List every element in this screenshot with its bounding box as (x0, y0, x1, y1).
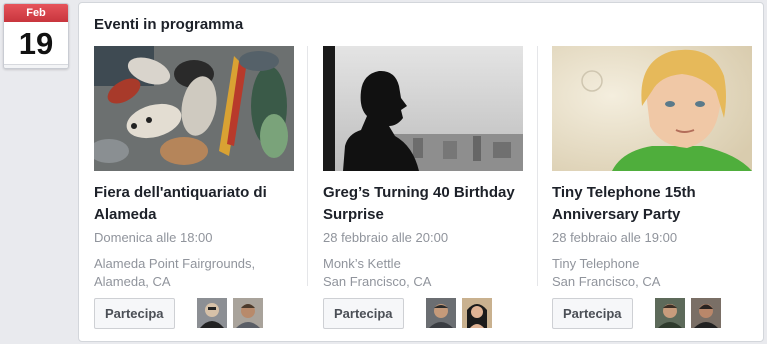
calendar-date-badge: Feb 19 (3, 3, 69, 69)
event-photo[interactable] (94, 46, 294, 171)
event-title[interactable]: Greg’s Turning 40 Birthday Surprise (323, 182, 523, 226)
attendee-avatars (655, 298, 723, 329)
events-list: Fiera dell'antiquariato di Alameda Domen… (79, 46, 763, 341)
avatar[interactable] (655, 298, 685, 328)
event-location-line2: San Francisco, CA (323, 274, 432, 289)
join-button[interactable]: Partecipa (323, 298, 404, 329)
event-title[interactable]: Fiera dell'antiquariato di Alameda (94, 182, 294, 226)
event-time: 28 febbraio alle 19:00 (552, 230, 678, 245)
event-time: 28 febbraio alle 20:00 (323, 230, 449, 245)
avatar[interactable] (233, 298, 264, 328)
event-card: Greg’s Turning 40 Birthday Surprise 28 f… (323, 46, 523, 336)
attendee-avatars (197, 298, 265, 329)
event-card: Fiera dell'antiquariato di Alameda Domen… (94, 46, 294, 336)
event-location-line1: Tiny Telephone (552, 256, 640, 271)
event-card: Tiny Telephone 15th Anniversary Party 28… (552, 46, 752, 336)
upcoming-events-card: Eventi in programma Fiera dell'antiquari… (78, 2, 764, 342)
attendee-avatars (426, 298, 494, 329)
column-divider (307, 46, 308, 286)
section-title: Eventi in programma (94, 16, 244, 33)
avatar[interactable] (691, 298, 722, 328)
event-location: Alameda Point Fairgrounds, Alameda, CA (94, 255, 255, 291)
event-location-line1: Monk’s Kettle (323, 256, 401, 271)
avatar[interactable] (426, 298, 456, 328)
calendar-day: 19 (18, 26, 54, 61)
event-location-line1: Alameda Point Fairgrounds, (94, 256, 256, 271)
calendar-month: Feb (4, 4, 68, 22)
avatar[interactable] (462, 298, 493, 328)
join-button[interactable]: Partecipa (94, 298, 175, 329)
event-location-line2: Alameda, CA (94, 274, 171, 289)
event-title[interactable]: Tiny Telephone 15th Anniversary Party (552, 182, 752, 226)
calendar-fold (4, 64, 68, 68)
event-photo[interactable] (323, 46, 523, 171)
event-location: Tiny Telephone San Francisco, CA (552, 255, 660, 291)
join-button[interactable]: Partecipa (552, 298, 633, 329)
avatar[interactable] (197, 298, 227, 328)
column-divider (537, 46, 538, 286)
event-photo[interactable] (552, 46, 752, 171)
event-time: Domenica alle 18:00 (94, 230, 213, 245)
event-location: Monk’s Kettle San Francisco, CA (323, 255, 431, 291)
event-location-line2: San Francisco, CA (552, 274, 661, 289)
